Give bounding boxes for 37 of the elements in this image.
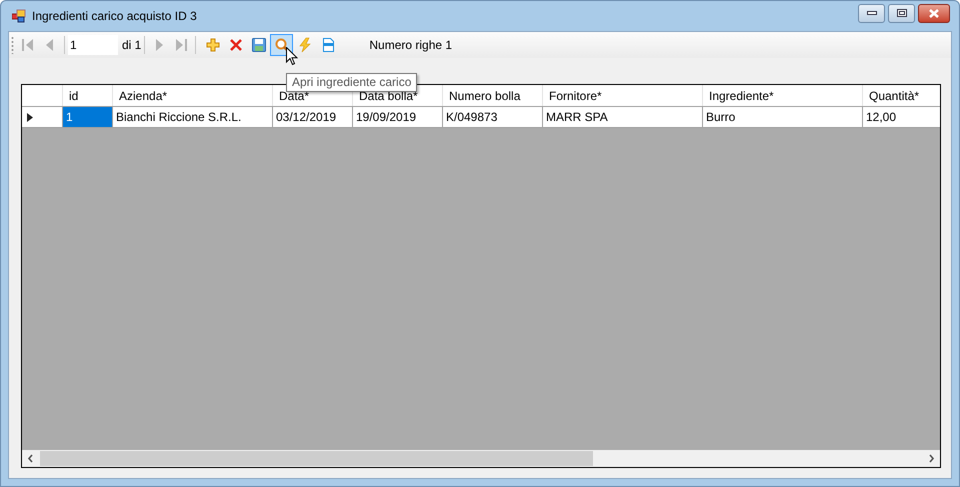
delete-icon [228,37,244,53]
position-field[interactable]: 1 [68,35,118,55]
scroll-left-icon[interactable] [27,454,34,463]
page-count-label: di 1 [122,37,142,54]
scrollbar-thumb[interactable] [40,451,593,466]
table-cell[interactable]: 19/09/2019 [353,107,443,127]
lightning-icon [296,37,313,53]
window-title: Ingredienti carico acquisto ID 3 [32,8,197,25]
add-icon [204,37,221,53]
move-last-icon [173,37,190,53]
minimize-icon [866,11,876,15]
close-icon [929,8,939,18]
app-icon [12,9,26,23]
column-header[interactable]: Fornitore* [543,85,703,106]
column-header[interactable]: Numero bolla [443,85,543,106]
close-button[interactable] [918,4,950,22]
horizontal-scrollbar[interactable] [22,450,940,467]
column-header[interactable]: Azienda* [113,85,273,106]
mouse-cursor-icon [286,47,298,66]
table-cell[interactable]: 1 [63,107,113,127]
column-header[interactable]: Ingrediente* [703,85,863,106]
move-first-icon [20,37,36,53]
table-cell[interactable]: Bianchi Riccione S.R.L. [113,107,273,127]
maximize-icon [896,9,906,17]
tooltip: Apri ingrediente carico [286,73,418,92]
save-icon [250,37,267,53]
scroll-right-icon[interactable] [928,454,935,463]
column-header[interactable]: Quantità* [863,85,940,106]
table-cell[interactable]: MARR SPA [543,107,703,127]
table-cell[interactable]: Burro [703,107,863,127]
minimize-button[interactable] [858,4,885,22]
table-cell[interactable]: 12,00 [863,107,940,127]
table-cell[interactable]: K/049873 [443,107,543,127]
row-count-label: Numero righe 1 [369,37,452,54]
column-header[interactable]: id [63,85,113,106]
table-cell[interactable]: 03/12/2019 [273,107,353,127]
maximize-button[interactable] [888,4,915,22]
